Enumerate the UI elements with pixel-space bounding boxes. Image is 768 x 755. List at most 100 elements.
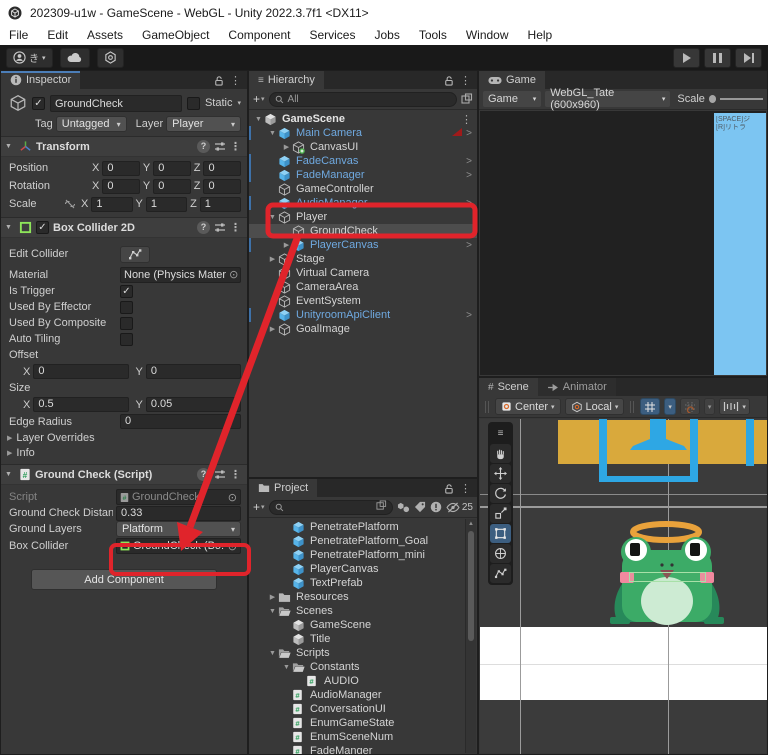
search-by-label-icon[interactable] <box>414 501 426 513</box>
menu-item-file[interactable]: File <box>9 28 28 42</box>
is-trigger-checkbox[interactable]: ✓ <box>120 284 133 298</box>
foldout-closed-icon[interactable]: ▶ <box>267 255 278 263</box>
menu-item-jobs[interactable]: Jobs <box>374 28 399 42</box>
grid-visibility-caret[interactable]: ▾ <box>664 398 676 415</box>
hierarchy-item-cameraarea[interactable]: CameraArea <box>249 280 477 294</box>
foldout-open-icon[interactable]: ▼ <box>267 650 278 657</box>
snap-toggle-button[interactable] <box>679 398 700 415</box>
menu-item-tools[interactable]: Tools <box>419 28 447 42</box>
foldout-open-icon[interactable]: ▼ <box>267 608 278 615</box>
component-enabled-checkbox[interactable]: ✓ <box>36 221 49 234</box>
object-picker-icon[interactable]: ⊙ <box>229 268 238 281</box>
size-x-field[interactable]: 0.5 <box>33 397 129 412</box>
kebab-menu-icon[interactable]: ⋮ <box>230 74 241 87</box>
presets-icon[interactable] <box>214 222 226 233</box>
project-item-conversationui[interactable]: # ConversationUI <box>249 702 477 716</box>
project-item-penetrateplatform-mini[interactable]: PenetratePlatform_mini <box>249 548 477 562</box>
kebab-menu-icon[interactable]: ⋮ <box>460 482 471 495</box>
position-y-field[interactable]: 0 <box>153 160 191 176</box>
hierarchy-item-playercanvas[interactable]: ▶ PlayerCanvas > <box>249 238 477 252</box>
layer-overrides-foldout[interactable]: ▶ Layer Overrides <box>1 430 247 445</box>
material-object-field[interactable]: None (Physics Mater ⊙ <box>120 266 241 283</box>
scroll-up-icon[interactable]: ▲ <box>466 519 476 527</box>
project-item-scenes[interactable]: ▼ Scenes <box>249 604 477 618</box>
step-button[interactable] <box>735 47 762 68</box>
move-tool[interactable] <box>490 464 511 483</box>
edit-collider-button[interactable] <box>120 245 150 263</box>
hidden-count-toggle[interactable]: 25 <box>446 502 473 513</box>
add-component-button[interactable]: Add Component <box>31 569 217 590</box>
scale-slider-track[interactable] <box>720 98 763 100</box>
play-button[interactable] <box>673 47 700 68</box>
rotation-x-field[interactable]: 0 <box>102 178 140 194</box>
kebab-menu-icon[interactable]: ⋮ <box>461 113 472 126</box>
project-item-textprefab[interactable]: TextPrefab <box>249 576 477 590</box>
hierarchy-item-groundcheck[interactable]: GroundCheck <box>249 224 477 238</box>
project-item-constants[interactable]: ▼ Constants <box>249 660 477 674</box>
rotate-tool[interactable] <box>490 484 511 503</box>
link-scale-icon[interactable] <box>64 199 76 209</box>
project-scrollbar[interactable]: ▲ <box>465 519 476 753</box>
import-log-icon[interactable] <box>430 501 442 513</box>
ground-check-header[interactable]: ▼ # Ground Check (Script) ? ⋮ <box>1 464 247 485</box>
layer-dropdown[interactable]: Player ▾ <box>166 116 241 132</box>
prefab-enter-chevron[interactable]: > <box>466 198 472 209</box>
project-item-penetrateplatform[interactable]: PenetratePlatform <box>249 520 477 534</box>
hierarchy-item-fademanager[interactable]: FadeManager > <box>249 168 477 182</box>
project-item-scripts[interactable]: ▼ Scripts <box>249 646 477 660</box>
foldout-open-icon[interactable]: ▼ <box>253 116 264 123</box>
hierarchy-item-unityroomapiclient[interactable]: UnityroomApiClient > <box>249 308 477 322</box>
ground-layers-dropdown[interactable]: Platform ▾ <box>116 521 241 537</box>
position-z-field[interactable]: 0 <box>203 160 242 176</box>
static-caret-icon[interactable]: ▾ <box>237 99 241 107</box>
snap-increment-button[interactable]: ▾ <box>719 398 750 415</box>
ground-check-distance-field[interactable]: 0.33 <box>116 505 241 521</box>
foldout-icon[interactable]: ▼ <box>5 143 15 150</box>
project-item-enumgamestate[interactable]: # EnumGameState <box>249 716 477 730</box>
hierarchy-item-canvasui[interactable]: ▶ CanvasUI <box>249 140 477 154</box>
project-item-fademanger[interactable]: # FadeManger <box>249 744 477 754</box>
static-checkbox[interactable] <box>186 96 200 110</box>
foldout-open-icon[interactable]: ▼ <box>267 214 278 221</box>
presets-icon[interactable] <box>214 469 226 480</box>
hierarchy-item-virtual-camera[interactable]: Virtual Camera <box>249 266 477 280</box>
hierarchy-item-eventsystem[interactable]: EventSystem <box>249 294 477 308</box>
menu-item-gameobject[interactable]: GameObject <box>142 28 209 42</box>
hierarchy-item-main-camera[interactable]: ▼ Main Camera > <box>249 126 477 140</box>
foldout-closed-icon[interactable]: ▶ <box>267 593 278 601</box>
prefab-enter-chevron[interactable]: > <box>466 310 472 321</box>
search-in-icon[interactable] <box>376 500 387 511</box>
position-x-field[interactable]: 0 <box>102 160 140 176</box>
offset-x-field[interactable]: 0 <box>33 364 129 379</box>
gameobject-name-field[interactable]: GroundCheck <box>50 94 182 112</box>
box-collider-header[interactable]: ▼ ✓ Box Collider 2D ? ⋮ <box>1 217 247 238</box>
hierarchy-item-stage[interactable]: ▶ Stage <box>249 252 477 266</box>
scale-y-field[interactable]: 1 <box>145 196 188 212</box>
kebab-menu-icon[interactable]: ⋮ <box>460 74 471 87</box>
help-icon[interactable]: ? <box>197 221 210 234</box>
prefab-enter-chevron[interactable]: > <box>466 170 472 181</box>
rotation-z-field[interactable]: 0 <box>203 178 242 194</box>
tab-hierarchy[interactable]: ≡ Hierarchy <box>249 71 324 89</box>
project-item-audio[interactable]: # AUDIO <box>249 674 477 688</box>
resolution-dropdown[interactable]: WebGL_Tate (600x960) ▾ <box>545 87 671 111</box>
scale-z-field[interactable]: 1 <box>199 196 241 212</box>
used-by-composite-checkbox[interactable] <box>120 316 133 330</box>
custom-editor-tool[interactable] <box>490 564 511 583</box>
foldout-closed-icon[interactable]: ▶ <box>281 241 292 249</box>
foldout-closed-icon[interactable]: ▶ <box>281 143 292 151</box>
search-by-type-icon[interactable] <box>397 501 410 513</box>
tab-inspector[interactable]: Inspector <box>1 71 81 89</box>
rotation-y-field[interactable]: 0 <box>153 178 191 194</box>
hierarchy-item-gamecontroller[interactable]: GameController <box>249 182 477 196</box>
rect-tool[interactable] <box>490 524 511 543</box>
offset-y-field[interactable]: 0 <box>145 364 241 379</box>
box-collider-object-field[interactable]: GroundCheck (Bo: ⊙ <box>116 538 241 554</box>
auto-tiling-checkbox[interactable] <box>120 332 133 346</box>
object-picker-icon[interactable]: ⊙ <box>228 540 237 553</box>
foldout-closed-icon[interactable]: ▶ <box>267 325 278 333</box>
scale-tool[interactable] <box>490 504 511 523</box>
lock-icon[interactable] <box>213 75 224 86</box>
tab-animator[interactable]: Animator <box>537 378 616 396</box>
hierarchy-item-goalimage[interactable]: ▶ GoalImage <box>249 322 477 336</box>
